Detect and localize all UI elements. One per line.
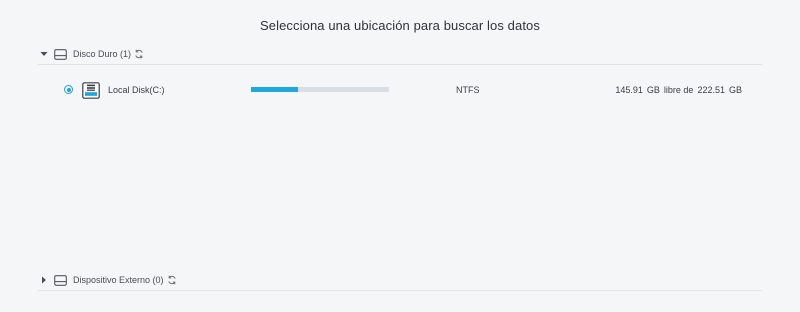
- radio-selected-dot: [66, 87, 71, 92]
- section-divider: [38, 290, 762, 291]
- total-space-value: 222.51: [697, 85, 725, 95]
- total-space-unit: GB: [728, 85, 742, 95]
- chevron-down-icon[interactable]: [38, 48, 50, 60]
- hard-drive-icon: [54, 274, 68, 286]
- free-space-unit: GB: [646, 85, 660, 95]
- free-space-value: 145.91: [615, 85, 643, 95]
- section-label: Disco Duro (1): [73, 49, 132, 59]
- refresh-icon[interactable]: [134, 49, 145, 60]
- drive-filesystem: NTFS: [456, 85, 480, 95]
- section-external-devices[interactable]: Dispositivo Externo (0): [38, 270, 762, 290]
- free-of-label: libre de: [663, 85, 694, 95]
- local-disk-icon: [82, 82, 100, 99]
- section-divider: [38, 64, 762, 65]
- drive-usage-fill: [251, 87, 299, 92]
- chevron-right-icon[interactable]: [38, 274, 50, 286]
- page-title: Selecciona una ubicación para buscar los…: [260, 18, 540, 33]
- hard-drive-icon: [54, 48, 68, 60]
- drive-capacity: 145.91 GB libre de 222.51 GB: [615, 85, 742, 95]
- drive-row-local-disk-c[interactable]: Local Disk(C:) NTFS 145.91 GB libre de 2…: [60, 80, 762, 102]
- section-hard-drives[interactable]: Disco Duro (1): [38, 44, 762, 64]
- drive-name: Local Disk(C:): [108, 85, 165, 95]
- refresh-icon[interactable]: [167, 275, 178, 286]
- section-label: Dispositivo Externo (0): [73, 275, 164, 285]
- drive-usage-bar: [251, 87, 389, 92]
- drive-select-radio[interactable]: [64, 85, 73, 94]
